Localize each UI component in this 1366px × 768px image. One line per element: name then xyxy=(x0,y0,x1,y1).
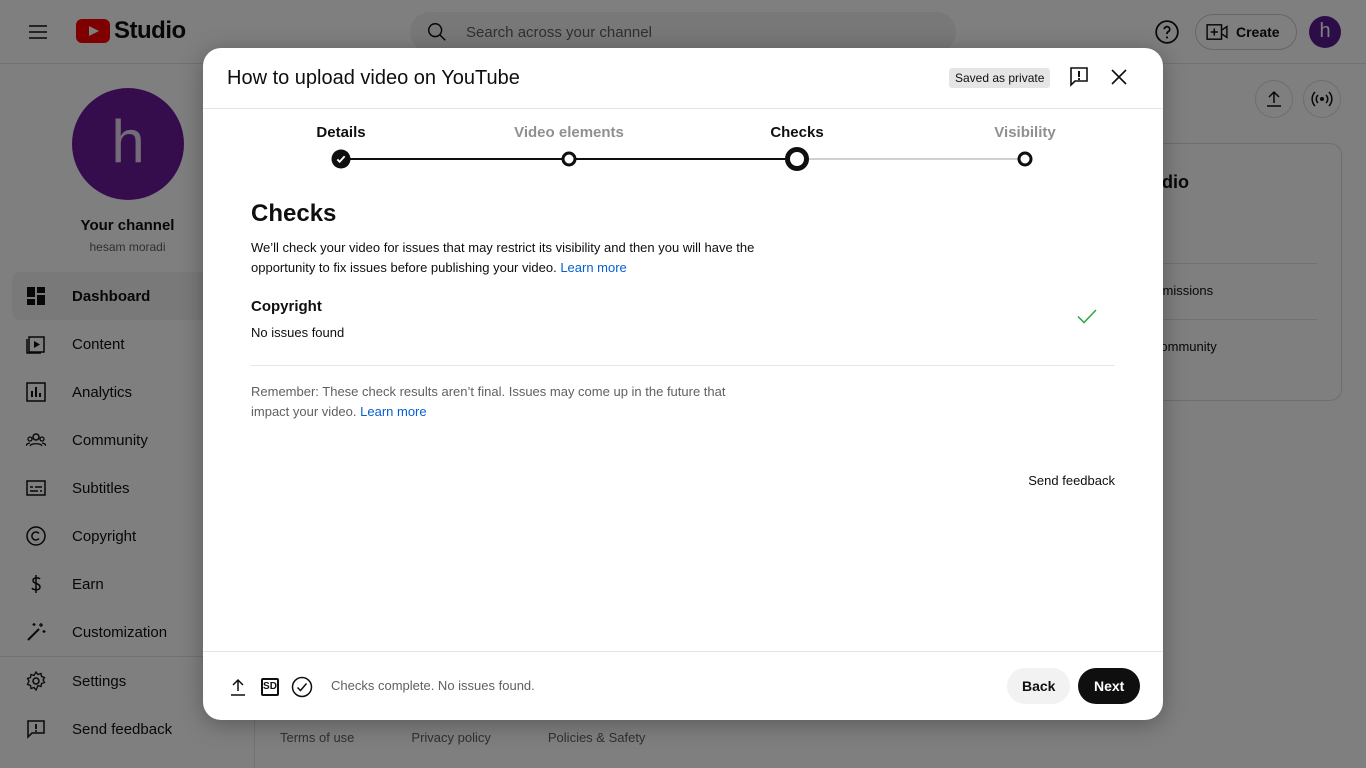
send-feedback-link[interactable]: Send feedback xyxy=(1028,473,1115,488)
step-video-elements[interactable]: Video elements xyxy=(514,124,624,141)
checks-description-text: We’ll check your video for issues that m… xyxy=(251,240,755,275)
checks-heading: Checks xyxy=(251,200,337,227)
checkmark-icon xyxy=(1077,309,1097,324)
step-details[interactable]: Details xyxy=(316,124,365,141)
remember-learn-more-link[interactable]: Learn more xyxy=(360,404,426,419)
learn-more-link[interactable]: Learn more xyxy=(560,260,626,275)
sd-quality-icon[interactable]: SD xyxy=(259,676,281,698)
dialog-header: How to upload video on YouTube Saved as … xyxy=(203,48,1163,109)
step-done-check-icon[interactable] xyxy=(331,149,351,169)
progress-line-remaining xyxy=(797,158,1025,160)
step-dot-video-elements[interactable] xyxy=(561,151,577,167)
copyright-title: Copyright xyxy=(251,298,322,315)
step-checks[interactable]: Checks xyxy=(770,124,823,141)
copyright-status: No issues found xyxy=(251,325,345,340)
dialog-title: How to upload video on YouTube xyxy=(227,67,520,89)
checks-description: We’ll check your video for issues that m… xyxy=(251,238,771,278)
checks-content: Checks We’ll check your video for issues… xyxy=(251,200,1115,488)
checks-status-text: Checks complete. No issues found. xyxy=(331,678,535,693)
report-issue-icon[interactable] xyxy=(1067,65,1091,89)
next-button[interactable]: Next xyxy=(1078,668,1141,704)
step-dot-visibility[interactable] xyxy=(1017,151,1033,167)
checks-complete-icon[interactable] xyxy=(291,676,313,698)
remember-text: Remember: These check results aren’t fin… xyxy=(251,384,726,419)
remember-note: Remember: These check results aren’t fin… xyxy=(251,382,751,422)
upload-dialog: How to upload video on YouTube Saved as … xyxy=(203,48,1163,720)
back-button[interactable]: Back xyxy=(1007,668,1071,704)
saved-status-badge: Saved as private xyxy=(949,68,1051,88)
dialog-footer: SD Checks complete. No issues found. Bac… xyxy=(203,651,1163,720)
step-dot-checks-current[interactable] xyxy=(785,147,809,171)
upload-complete-icon[interactable] xyxy=(227,676,249,698)
close-icon[interactable] xyxy=(1107,65,1131,89)
step-visibility[interactable]: Visibility xyxy=(994,124,1055,141)
copyright-check-row: Copyright No issues found xyxy=(251,298,1115,366)
upload-stepper: Details Video elements Checks Visibility xyxy=(203,109,1163,179)
